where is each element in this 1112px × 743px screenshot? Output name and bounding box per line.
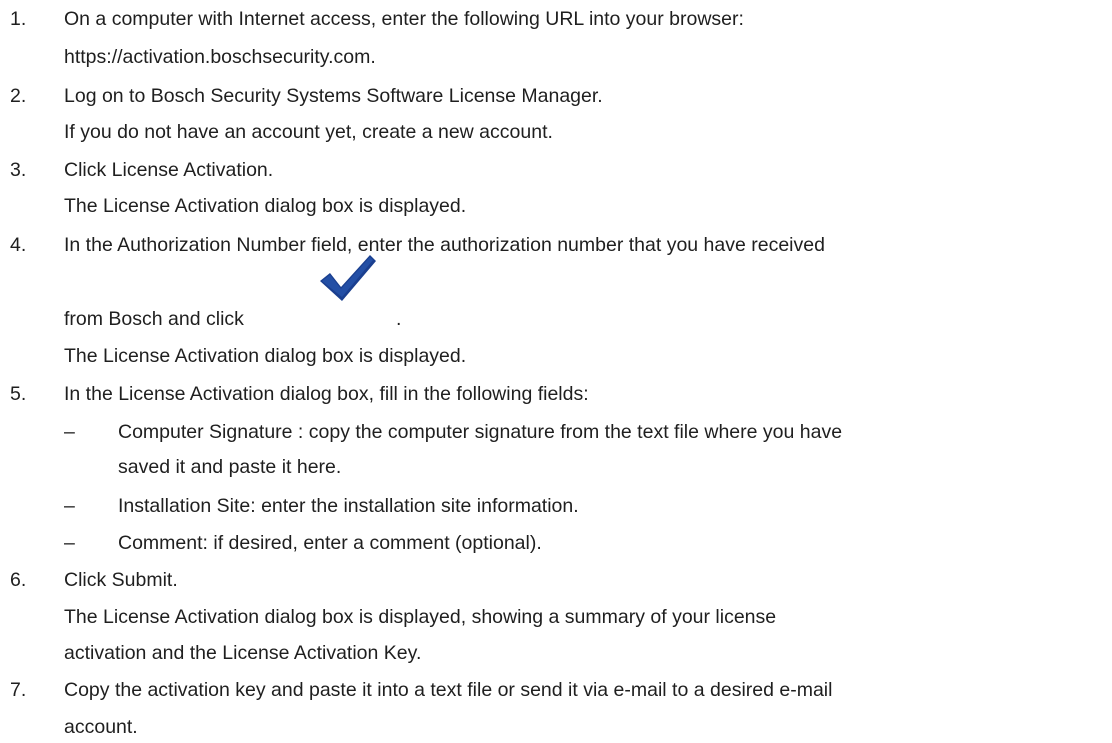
step-text: Log on to Bosch Security Systems Softwar…	[64, 84, 603, 107]
checkmark-icon	[320, 254, 376, 301]
step-number: 6.	[10, 569, 27, 592]
step-text: Click License Activation.	[64, 158, 274, 181]
sub-item-bullet: –	[64, 420, 75, 443]
sub-item-text: Comment: if desired, enter a comment (op…	[118, 532, 542, 555]
step-number: 2.	[10, 84, 27, 107]
step-number: 1.	[10, 8, 27, 31]
step-number: 7.	[10, 678, 27, 701]
step-number: 4.	[10, 234, 27, 257]
sub-item-bullet: –	[64, 532, 75, 555]
sub-item-bullet: –	[64, 495, 75, 517]
sub-item-text: Installation Site: enter the installatio…	[118, 495, 579, 517]
step-text: https://activation.boschsecurity.com.	[64, 45, 376, 68]
sub-item-text: Computer Signature : copy the computer s…	[118, 420, 843, 443]
step-text: account.	[64, 716, 138, 738]
step-text: Click Submit.	[64, 569, 178, 592]
step-text: If you do not have an account yet, creat…	[64, 120, 553, 143]
sub-item-text: saved it and paste it here.	[118, 456, 342, 478]
step-text: The License Activation dialog box is dis…	[64, 195, 467, 218]
step-text: from Bosch and click	[64, 308, 244, 331]
step-text: The License Activation dialog box is dis…	[64, 605, 777, 628]
step-text: In the License Activation dialog box, fi…	[64, 382, 589, 405]
step-number: 3.	[10, 158, 27, 181]
step-text: On a computer with Internet access, ente…	[64, 8, 744, 31]
step-text: Copy the activation key and paste it int…	[64, 678, 833, 701]
step-text: In the Authorization Number field, enter…	[64, 234, 825, 257]
step-text: activation and the License Activation Ke…	[64, 641, 422, 664]
step-text: The License Activation dialog box is dis…	[64, 344, 467, 367]
step-number: 5.	[10, 382, 27, 405]
step-text-period: .	[396, 308, 402, 331]
